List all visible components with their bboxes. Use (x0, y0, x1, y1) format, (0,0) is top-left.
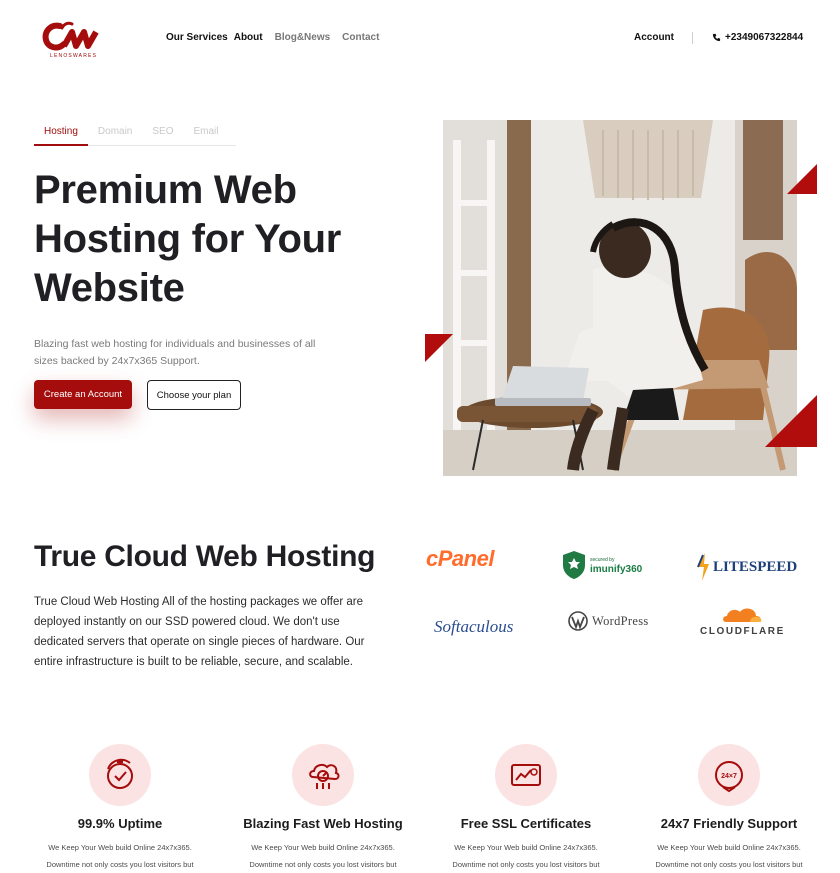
brand-logo[interactable]: LENOSWARES (42, 20, 104, 62)
feature-desc-line: We Keep Your Web build Online 24x7x365. (657, 843, 801, 852)
feature-desc-line: Downtime not only costs you lost visitor… (46, 860, 194, 869)
uptime-icon (107, 758, 133, 789)
feature-ssl: Free SSL Certificates We Keep Your Web b… (431, 744, 621, 873)
feature-title: 99.9% Uptime (77, 816, 163, 831)
hero-subtitle: Blazing fast web hosting for individuals… (34, 338, 316, 367)
decor-triangle-top (787, 164, 817, 194)
cpanel-logo: cPanel (426, 546, 494, 572)
speed-cloud-icon (309, 763, 340, 789)
feature-desc-line: Downtime not only costs you lost visitor… (249, 860, 397, 869)
feature-fast-hosting: Blazing Fast Web Hosting We Keep Your We… (228, 744, 418, 873)
feature-icon-circle (292, 744, 354, 806)
feature-support: 24×7 24x7 Friendly Support We Keep Your … (634, 744, 824, 873)
cloud-section-body: True Cloud Web Hosting All of the hostin… (34, 596, 365, 668)
shield-icon (563, 551, 585, 579)
tab-domain[interactable]: Domain (88, 122, 142, 146)
hero-image (443, 120, 797, 476)
decor-triangle-bottom (765, 395, 817, 447)
cloudflare-logo: CLOUDFLARE (700, 604, 785, 637)
cloud-section-title: True Cloud Web Hosting (34, 540, 376, 573)
feature-title: Free SSL Certificates (460, 816, 592, 831)
feature-uptime: 99.9% Uptime We Keep Your Web build Onli… (25, 744, 215, 873)
tab-seo[interactable]: SEO (142, 122, 183, 146)
feature-title: Blazing Fast Web Hosting (243, 816, 403, 831)
account-link[interactable]: Account (634, 32, 674, 43)
tab-hosting[interactable]: Hosting (34, 122, 88, 146)
header-divider (692, 32, 693, 44)
logo-mark-icon (42, 21, 99, 51)
support-icon-text: 24×7 (721, 773, 737, 780)
feature-desc-line: Downtime not only costs you lost visitor… (452, 860, 600, 869)
feature-desc-line: Downtime not only costs you lost visitor… (655, 860, 803, 869)
tab-email[interactable]: Email (184, 122, 229, 146)
woman-with-laptop-illustration (443, 120, 797, 476)
cloudflare-logo-text: CLOUDFLARE (700, 626, 785, 637)
choose-plan-button[interactable]: Choose your plan (147, 380, 241, 410)
softaculous-logo-text: Softaculous (434, 617, 514, 636)
feature-description: We Keep Your Web build Online 24x7x365. … (228, 839, 418, 873)
litespeed-bolt-icon (697, 553, 709, 581)
nav-blog-news[interactable]: Blog&News (275, 32, 331, 43)
feature-icon-circle (495, 744, 557, 806)
site-header: LENOSWARES Our Services About Blog&News … (0, 0, 840, 80)
wordpress-icon (568, 611, 588, 631)
nav-our-services[interactable]: Our Services (166, 32, 228, 43)
feature-desc-line: We Keep Your Web build Online 24x7x365. (251, 843, 395, 852)
litespeed-logo: LITESPEED (697, 553, 797, 581)
wordpress-logo-text: WordPress (592, 613, 649, 628)
feature-title: 24x7 Friendly Support (660, 816, 798, 831)
feature-description: We Keep Your Web build Online 24x7x365. … (25, 839, 215, 873)
logo-wordmark: LENOSWARES (50, 53, 98, 59)
phone-icon (712, 33, 721, 42)
create-account-button[interactable]: Create an Account (34, 380, 132, 409)
feature-description: We Keep Your Web build Online 24x7x365. … (431, 839, 621, 873)
ssl-icon (511, 764, 541, 786)
feature-desc-line: We Keep Your Web build Online 24x7x365. (454, 843, 598, 852)
imunify360-logo: secured by imunify360 (562, 550, 642, 580)
imunify-logo-text: imunify360 (590, 564, 643, 575)
main-nav: Our Services About Blog&News Contact (166, 32, 379, 43)
nav-contact[interactable]: Contact (342, 32, 379, 43)
phone-number: +2349067322844 (725, 32, 804, 43)
feature-icon-circle: 24×7 (698, 744, 760, 806)
feature-icon-circle (89, 744, 151, 806)
cloudflare-cloud-icon (723, 608, 762, 622)
decor-triangle-left (425, 334, 453, 362)
litespeed-logo-text: LITESPEED (713, 558, 798, 575)
wordpress-logo: WordPress (568, 611, 649, 631)
softaculous-logo: Softaculous (434, 617, 513, 637)
cpanel-logo-text: cPanel (426, 546, 494, 571)
hero-title: Premium Web Hosting for Your Website (34, 168, 342, 310)
hero-tabs: Hosting Domain SEO Email (34, 122, 236, 146)
support-24x7-icon: 24×7 (715, 761, 743, 793)
nav-about[interactable]: About (234, 32, 263, 43)
feature-desc-line: We Keep Your Web build Online 24x7x365. (48, 843, 192, 852)
phone-contact[interactable]: +2349067322844 (712, 32, 803, 43)
feature-description: We Keep Your Web build Online 24x7x365. … (634, 839, 824, 873)
